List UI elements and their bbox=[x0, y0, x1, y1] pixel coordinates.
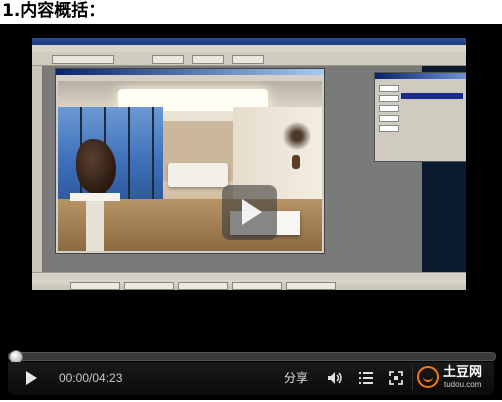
options-field bbox=[192, 55, 224, 64]
palette-field bbox=[379, 95, 399, 102]
options-field bbox=[52, 55, 114, 64]
share-button[interactable]: 分享 bbox=[284, 370, 308, 386]
vase bbox=[292, 155, 300, 169]
video-frame[interactable] bbox=[32, 38, 466, 290]
volume-icon[interactable] bbox=[327, 371, 343, 385]
taskbar-item bbox=[124, 282, 174, 290]
palette-field bbox=[379, 115, 399, 122]
photoshop-toolbox bbox=[32, 66, 42, 272]
fullscreen-icon[interactable] bbox=[389, 371, 403, 385]
palette-selected-layer bbox=[401, 93, 463, 99]
options-field bbox=[152, 55, 184, 64]
taskbar-item bbox=[178, 282, 228, 290]
playlist-icon[interactable] bbox=[359, 372, 373, 384]
photoshop-palettes bbox=[374, 72, 466, 162]
palette-field bbox=[379, 85, 399, 92]
taskbar-item bbox=[286, 282, 336, 290]
plant bbox=[282, 117, 312, 155]
windows-taskbar bbox=[32, 280, 466, 290]
palette-titlebar bbox=[375, 73, 466, 79]
taskbar-item bbox=[70, 282, 120, 290]
palette-field bbox=[379, 125, 399, 132]
photoshop-options-bar bbox=[32, 52, 466, 66]
photoshop-titlebar bbox=[32, 38, 466, 45]
time-display: 00:00/04:23 bbox=[59, 371, 123, 385]
taskbar-item bbox=[232, 282, 282, 290]
big-play-icon[interactable] bbox=[222, 185, 277, 240]
progress-bar[interactable] bbox=[8, 352, 496, 361]
pedestal-leg bbox=[86, 201, 104, 251]
play-icon[interactable] bbox=[26, 371, 37, 385]
interior-photo bbox=[58, 81, 322, 251]
options-field bbox=[232, 55, 264, 64]
palette-field bbox=[379, 105, 399, 112]
control-divider bbox=[412, 366, 413, 390]
page-heading: 1.内容概括： bbox=[2, 1, 106, 21]
tudou-logo-icon[interactable] bbox=[417, 366, 439, 388]
pedestal bbox=[70, 193, 120, 201]
document-window bbox=[55, 68, 325, 254]
document-titlebar bbox=[56, 69, 324, 75]
tudou-logo-name[interactable]: 土豆网 bbox=[443, 365, 482, 380]
tudou-logo-url[interactable]: tudou.com bbox=[444, 380, 481, 390]
sofa bbox=[168, 163, 228, 187]
photoshop-menubar bbox=[32, 45, 466, 52]
